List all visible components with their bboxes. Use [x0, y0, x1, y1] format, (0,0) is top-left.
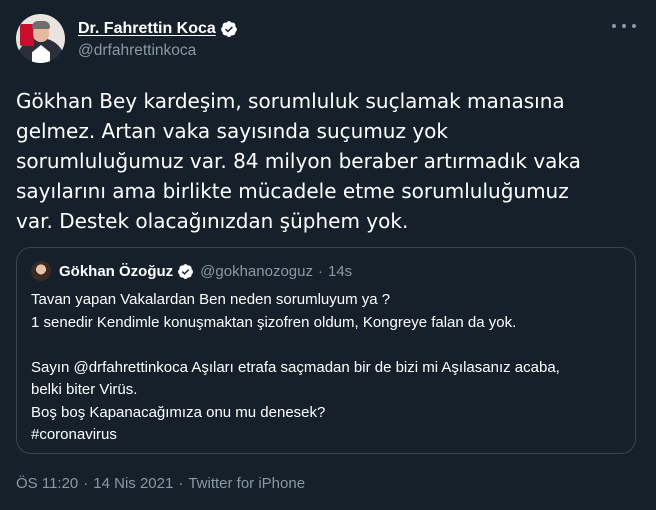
avatar-hair-decor	[32, 21, 50, 29]
quoted-author-avatar	[31, 261, 51, 281]
more-dot	[632, 24, 636, 28]
author-name-row: Dr. Fahrettin Koca	[78, 18, 238, 40]
tweet-header: Dr. Fahrettin Koca @drfahrettinkoca	[16, 14, 238, 63]
more-dot	[612, 24, 616, 28]
tweet-meta: ÖS 11:20 · 14 Nis 2021 · Twitter for iPh…	[16, 475, 305, 492]
tweet-text: Gökhan Bey kardeşim, sorumluluk suçlamak…	[16, 89, 581, 233]
tweet-card[interactable]: Dr. Fahrettin Koca @drfahrettinkoca Gökh…	[0, 0, 656, 510]
tweet-source: Twitter for iPhone	[188, 475, 306, 492]
avatar-shirt-decor	[32, 45, 50, 63]
author-handle[interactable]: @drfahrettinkoca	[78, 42, 238, 60]
more-dot	[622, 24, 626, 28]
verified-badge-icon	[178, 263, 194, 279]
quoted-author-handle: @gokhanozoguz	[200, 262, 313, 280]
author-names: Dr. Fahrettin Koca @drfahrettinkoca	[78, 18, 238, 60]
author-avatar[interactable]	[16, 14, 65, 63]
meta-separator: ·	[178, 475, 184, 492]
tweet-time[interactable]: ÖS 11:20	[16, 475, 78, 492]
quoted-separator: ·	[317, 262, 323, 280]
quoted-time[interactable]: 14s	[328, 263, 352, 280]
quoted-tweet-text: Tavan yapan Vakalardan Ben neden sorumlu…	[31, 291, 560, 443]
tweet-date[interactable]: 14 Nis 2021	[93, 475, 173, 492]
verified-badge-icon	[220, 20, 237, 37]
quoted-tweet-header: Gökhan Özoğuz @gokhanozoguz · 14s	[31, 261, 352, 281]
author-display-name[interactable]: Dr. Fahrettin Koca	[78, 20, 216, 38]
more-options-icon[interactable]	[612, 17, 636, 35]
quoted-author-display-name: Gökhan Özoğuz	[59, 262, 174, 280]
meta-separator: ·	[83, 475, 89, 492]
quoted-tweet[interactable]: Gökhan Özoğuz @gokhanozoguz · 14s Tavan …	[16, 247, 636, 454]
